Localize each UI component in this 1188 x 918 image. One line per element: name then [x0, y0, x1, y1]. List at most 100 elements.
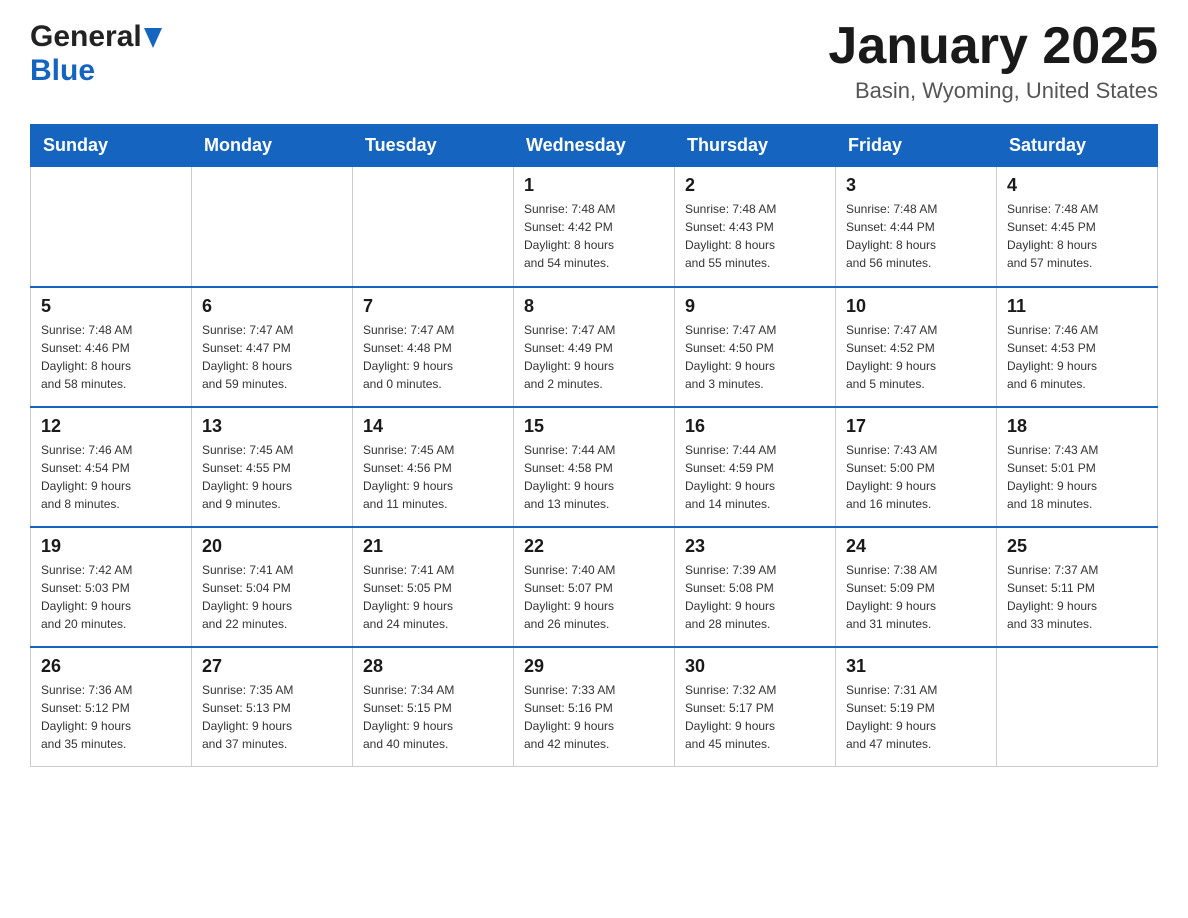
calendar-cell: 11 Sunrise: 7:46 AM Sunset: 4:53 PM Dayli…	[997, 287, 1158, 407]
day-info: Sunrise: 7:43 AM Sunset: 5:00 PM Dayligh…	[846, 441, 986, 513]
month-title: January 2025	[828, 20, 1158, 72]
day-info: Sunrise: 7:47 AM Sunset: 4:50 PM Dayligh…	[685, 321, 825, 393]
calendar-week-row: 5 Sunrise: 7:48 AM Sunset: 4:46 PM Daylig…	[31, 287, 1158, 407]
location-text: Basin, Wyoming, United States	[828, 78, 1158, 104]
day-info: Sunrise: 7:45 AM Sunset: 4:56 PM Dayligh…	[363, 441, 503, 513]
day-number: 29	[524, 656, 664, 677]
day-header-sunday: Sunday	[31, 125, 192, 167]
day-number: 27	[202, 656, 342, 677]
day-info: Sunrise: 7:48 AM Sunset: 4:46 PM Dayligh…	[41, 321, 181, 393]
day-number: 4	[1007, 175, 1147, 196]
day-number: 10	[846, 296, 986, 317]
calendar-cell: 27 Sunrise: 7:35 AM Sunset: 5:13 PM Dayli…	[192, 647, 353, 767]
day-info: Sunrise: 7:46 AM Sunset: 4:53 PM Dayligh…	[1007, 321, 1147, 393]
day-number: 5	[41, 296, 181, 317]
day-number: 11	[1007, 296, 1147, 317]
day-number: 8	[524, 296, 664, 317]
calendar-cell	[192, 167, 353, 287]
day-number: 24	[846, 536, 986, 557]
day-info: Sunrise: 7:47 AM Sunset: 4:49 PM Dayligh…	[524, 321, 664, 393]
day-info: Sunrise: 7:46 AM Sunset: 4:54 PM Dayligh…	[41, 441, 181, 513]
day-info: Sunrise: 7:39 AM Sunset: 5:08 PM Dayligh…	[685, 561, 825, 633]
calendar-cell: 20 Sunrise: 7:41 AM Sunset: 5:04 PM Dayli…	[192, 527, 353, 647]
day-header-tuesday: Tuesday	[353, 125, 514, 167]
day-number: 7	[363, 296, 503, 317]
day-info: Sunrise: 7:42 AM Sunset: 5:03 PM Dayligh…	[41, 561, 181, 633]
calendar-cell: 21Sunrise: 7:41 AM Sunset: 5:05 PM Dayli…	[353, 527, 514, 647]
day-info: Sunrise: 7:31 AM Sunset: 5:19 PM Dayligh…	[846, 681, 986, 753]
calendar-cell: 9 Sunrise: 7:47 AM Sunset: 4:50 PM Daylig…	[675, 287, 836, 407]
calendar-header-row: SundayMondayTuesdayWednesdayThursdayFrid…	[31, 125, 1158, 167]
calendar-cell: 19Sunrise: 7:42 AM Sunset: 5:03 PM Dayli…	[31, 527, 192, 647]
day-header-thursday: Thursday	[675, 125, 836, 167]
calendar-week-row: 19Sunrise: 7:42 AM Sunset: 5:03 PM Dayli…	[31, 527, 1158, 647]
calendar-cell	[353, 167, 514, 287]
day-info: Sunrise: 7:40 AM Sunset: 5:07 PM Dayligh…	[524, 561, 664, 633]
calendar-cell: 24 Sunrise: 7:38 AM Sunset: 5:09 PM Dayli…	[836, 527, 997, 647]
day-number: 23	[685, 536, 825, 557]
day-number: 12	[41, 416, 181, 437]
calendar-cell: 25Sunrise: 7:37 AM Sunset: 5:11 PM Dayli…	[997, 527, 1158, 647]
logo-blue-text: Blue	[30, 54, 95, 87]
calendar-cell: 4 Sunrise: 7:48 AM Sunset: 4:45 PM Daylig…	[997, 167, 1158, 287]
page-header: General Blue January 2025 Basin, Wyoming…	[30, 20, 1158, 104]
calendar-cell: 2 Sunrise: 7:48 AM Sunset: 4:43 PM Daylig…	[675, 167, 836, 287]
day-info: Sunrise: 7:44 AM Sunset: 4:58 PM Dayligh…	[524, 441, 664, 513]
day-info: Sunrise: 7:48 AM Sunset: 4:42 PM Dayligh…	[524, 200, 664, 272]
day-number: 2	[685, 175, 825, 196]
day-number: 20	[202, 536, 342, 557]
calendar-cell: 30 Sunrise: 7:32 AM Sunset: 5:17 PM Dayli…	[675, 647, 836, 767]
day-number: 9	[685, 296, 825, 317]
day-info: Sunrise: 7:38 AM Sunset: 5:09 PM Dayligh…	[846, 561, 986, 633]
day-header-monday: Monday	[192, 125, 353, 167]
calendar-cell: 5 Sunrise: 7:48 AM Sunset: 4:46 PM Daylig…	[31, 287, 192, 407]
calendar-week-row: 1 Sunrise: 7:48 AM Sunset: 4:42 PM Daylig…	[31, 167, 1158, 287]
day-info: Sunrise: 7:47 AM Sunset: 4:47 PM Dayligh…	[202, 321, 342, 393]
day-number: 3	[846, 175, 986, 196]
day-info: Sunrise: 7:32 AM Sunset: 5:17 PM Dayligh…	[685, 681, 825, 753]
day-number: 14	[363, 416, 503, 437]
calendar-cell: 22 Sunrise: 7:40 AM Sunset: 5:07 PM Dayli…	[514, 527, 675, 647]
logo-triangle-icon	[144, 28, 162, 48]
day-info: Sunrise: 7:41 AM Sunset: 5:05 PM Dayligh…	[363, 561, 503, 633]
day-number: 28	[363, 656, 503, 677]
calendar-cell: 18Sunrise: 7:43 AM Sunset: 5:01 PM Dayli…	[997, 407, 1158, 527]
day-number: 13	[202, 416, 342, 437]
calendar-cell: 14 Sunrise: 7:45 AM Sunset: 4:56 PM Dayli…	[353, 407, 514, 527]
calendar-cell: 6 Sunrise: 7:47 AM Sunset: 4:47 PM Daylig…	[192, 287, 353, 407]
calendar-cell: 31 Sunrise: 7:31 AM Sunset: 5:19 PM Dayli…	[836, 647, 997, 767]
calendar-cell: 15 Sunrise: 7:44 AM Sunset: 4:58 PM Dayli…	[514, 407, 675, 527]
day-info: Sunrise: 7:47 AM Sunset: 4:52 PM Dayligh…	[846, 321, 986, 393]
day-info: Sunrise: 7:48 AM Sunset: 4:45 PM Dayligh…	[1007, 200, 1147, 272]
day-info: Sunrise: 7:37 AM Sunset: 5:11 PM Dayligh…	[1007, 561, 1147, 633]
day-header-friday: Friday	[836, 125, 997, 167]
calendar-table: SundayMondayTuesdayWednesdayThursdayFrid…	[30, 124, 1158, 767]
calendar-week-row: 12 Sunrise: 7:46 AM Sunset: 4:54 PM Dayli…	[31, 407, 1158, 527]
day-number: 31	[846, 656, 986, 677]
day-info: Sunrise: 7:47 AM Sunset: 4:48 PM Dayligh…	[363, 321, 503, 393]
day-info: Sunrise: 7:48 AM Sunset: 4:43 PM Dayligh…	[685, 200, 825, 272]
calendar-cell	[997, 647, 1158, 767]
title-block: January 2025 Basin, Wyoming, United Stat…	[828, 20, 1158, 104]
day-number: 26	[41, 656, 181, 677]
day-info: Sunrise: 7:35 AM Sunset: 5:13 PM Dayligh…	[202, 681, 342, 753]
calendar-cell	[31, 167, 192, 287]
calendar-cell: 26 Sunrise: 7:36 AM Sunset: 5:12 PM Dayli…	[31, 647, 192, 767]
day-info: Sunrise: 7:41 AM Sunset: 5:04 PM Dayligh…	[202, 561, 342, 633]
calendar-cell: 23 Sunrise: 7:39 AM Sunset: 5:08 PM Dayli…	[675, 527, 836, 647]
day-info: Sunrise: 7:34 AM Sunset: 5:15 PM Dayligh…	[363, 681, 503, 753]
day-number: 15	[524, 416, 664, 437]
day-number: 30	[685, 656, 825, 677]
day-number: 18	[1007, 416, 1147, 437]
day-number: 17	[846, 416, 986, 437]
day-info: Sunrise: 7:48 AM Sunset: 4:44 PM Dayligh…	[846, 200, 986, 272]
day-header-saturday: Saturday	[997, 125, 1158, 167]
day-number: 6	[202, 296, 342, 317]
day-number: 1	[524, 175, 664, 196]
logo: General Blue	[30, 20, 162, 88]
day-info: Sunrise: 7:33 AM Sunset: 5:16 PM Dayligh…	[524, 681, 664, 753]
day-number: 22	[524, 536, 664, 557]
day-info: Sunrise: 7:36 AM Sunset: 5:12 PM Dayligh…	[41, 681, 181, 753]
calendar-cell: 29 Sunrise: 7:33 AM Sunset: 5:16 PM Dayli…	[514, 647, 675, 767]
calendar-cell: 3 Sunrise: 7:48 AM Sunset: 4:44 PM Daylig…	[836, 167, 997, 287]
